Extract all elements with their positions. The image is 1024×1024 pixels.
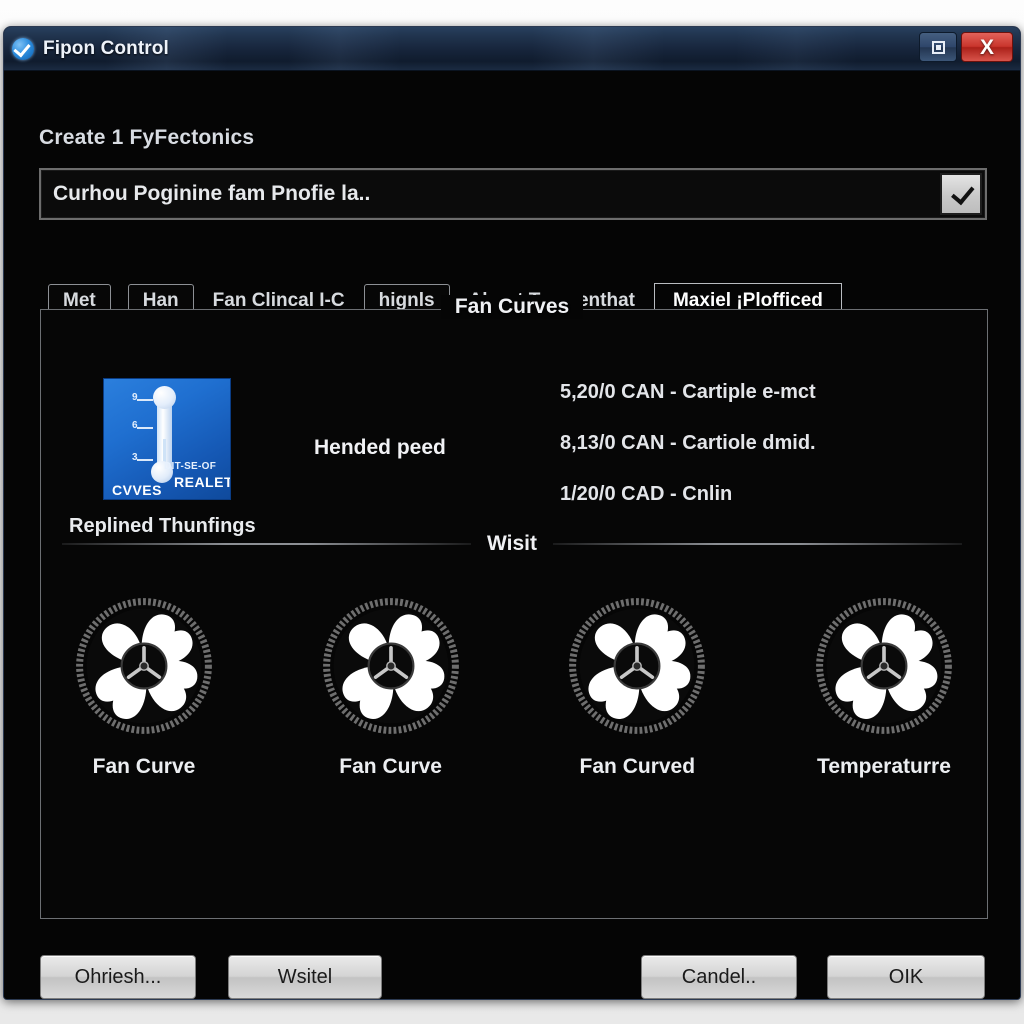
fan-item-2[interactable]: Fan Curve [311, 596, 471, 779]
ok-button[interactable]: OIK [827, 955, 985, 999]
fan-curve-info-list: 5,20/0 CAN - Cartiple e-mct 8,13/0 CAN -… [560, 381, 960, 534]
combobox-value: Curhou Poginine fam Pnofie la.. [53, 182, 371, 205]
ohriesh-button[interactable]: Ohriesh... [40, 955, 196, 999]
dialog-client-area: Create 1 FyFectonics Curhou Poginine fam… [4, 71, 1020, 999]
thermo-scale-label-3: 3 [132, 452, 138, 463]
fan-caption: Fan Curved [579, 755, 696, 778]
thermo-icon-text-c: CVVES [112, 482, 162, 498]
window-titlebar[interactable]: Fipon Control X [4, 27, 1020, 71]
fan-item-1[interactable]: Fan Curve [64, 596, 224, 779]
fan-item-3[interactable]: Fan Curved [557, 596, 717, 779]
window-title: Fipon Control [43, 37, 169, 59]
checkmark-icon [950, 180, 975, 205]
fan-caption: Fan Curve [92, 755, 196, 778]
profile-combobox[interactable]: Curhou Poginine fam Pnofie la.. [39, 168, 987, 220]
thermometer-icon: 9 6 3 DIT-SE-OF REALET CVVES [103, 378, 231, 500]
thermo-icon-text-a: DIT-SE-OF [164, 461, 217, 472]
info-line: 8,13/0 CAN - Cartiole dmid. [560, 432, 816, 454]
thermo-icon-text-b: REALET [174, 474, 231, 490]
info-line: 1/20/0 CAD - Cnlin [560, 483, 733, 505]
divider-label: Wisit [487, 532, 537, 555]
maximize-button[interactable] [919, 32, 957, 62]
thermo-scale-label-6: 6 [132, 420, 138, 431]
fan-caption: Temperaturre [817, 755, 951, 778]
create-label: Create 1 FyFectonics [39, 126, 255, 149]
replined-thunfings-tile[interactable]: 9 6 3 DIT-SE-OF REALET CVVES Replined Th… [69, 378, 256, 538]
shield-check-icon [12, 37, 34, 60]
fan-icon [816, 598, 952, 734]
close-button[interactable]: X [961, 32, 1013, 62]
close-icon: X [979, 35, 994, 59]
thermo-scale-label-9: 9 [132, 392, 138, 403]
hended-peed-label: Hended peed [314, 436, 446, 459]
fan-icon [76, 598, 212, 734]
fan-caption: Fan Curve [339, 755, 442, 778]
combobox-dropdown-button[interactable] [940, 173, 982, 215]
info-line: 5,20/0 CAN - Cartiple e-mct [560, 381, 816, 403]
fan-icon-grid: Fan Curve Fan Curve Fan Curved Temperatu… [64, 596, 964, 779]
fan-icon [322, 598, 459, 734]
wsitel-button[interactable]: Wsitel [228, 955, 382, 999]
divider-line-left [62, 543, 472, 545]
cancel-button[interactable]: Candel.. [641, 955, 797, 999]
maximize-icon [931, 40, 945, 54]
fan-icon [569, 598, 706, 734]
fan-item-4[interactable]: Temperaturre [804, 596, 964, 779]
wisit-divider: Wisit [62, 532, 963, 556]
application-window: Fipon Control X Create 1 FyFectonics Cur… [3, 26, 1021, 1000]
divider-line-right [553, 543, 963, 545]
window-controls: X [919, 32, 1013, 62]
